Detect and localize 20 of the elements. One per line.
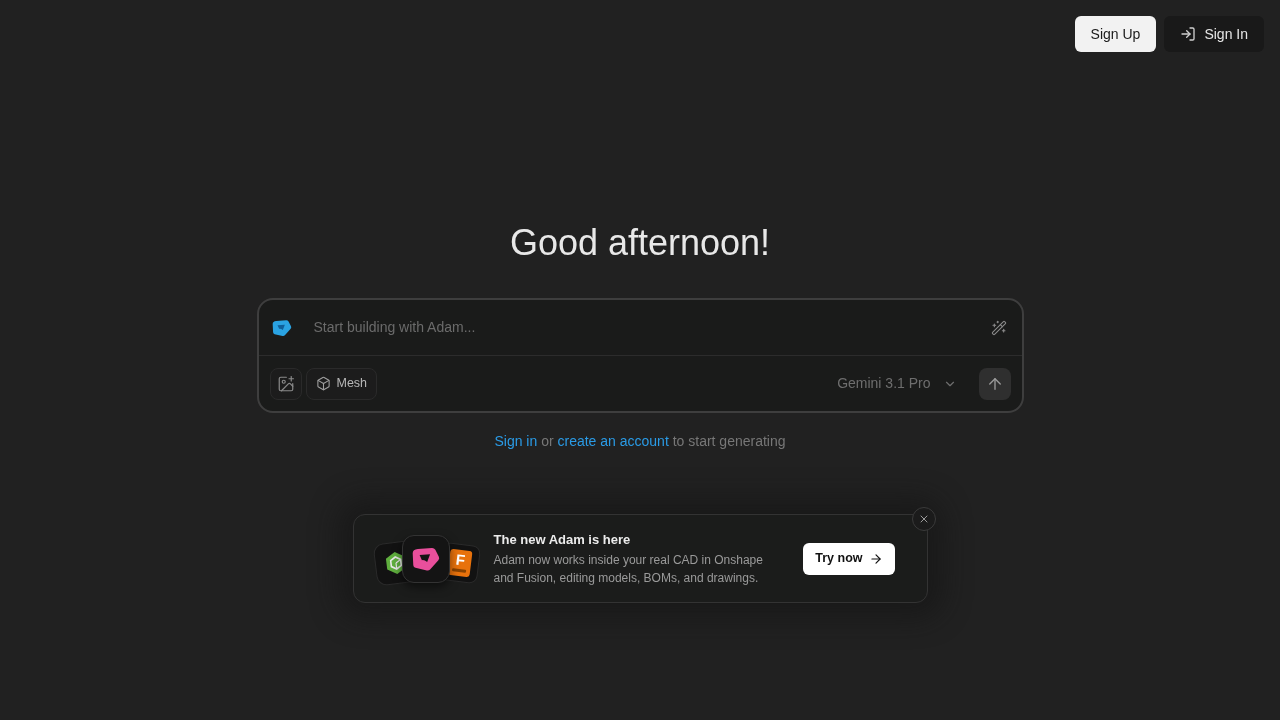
image-plus-icon (276, 374, 295, 393)
magic-wand-icon[interactable] (990, 319, 1007, 336)
arrow-right-icon (868, 551, 883, 566)
sign-in-icon (1180, 26, 1197, 42)
promo-title: The new Adam is here (493, 530, 632, 549)
send-button[interactable] (978, 367, 1011, 400)
sign-in-button[interactable]: Sign In (1164, 16, 1264, 52)
sign-in-prompt: Sign in or create an account to start generating (494, 432, 786, 451)
logo-icon (271, 318, 292, 337)
sign-up-button[interactable]: Sign Up (1074, 16, 1157, 52)
auth-link[interactable]: Sign in (494, 433, 538, 449)
logo-icon (411, 545, 440, 572)
auth-link[interactable]: create an account (557, 433, 669, 449)
mesh-toggle[interactable]: Mesh (305, 367, 378, 400)
prompt-input[interactable]: Start building with Adam... (313, 317, 991, 338)
add-image-button[interactable] (269, 367, 302, 400)
cube-icon (315, 376, 331, 391)
try-now-button[interactable]: Try now (803, 542, 895, 575)
promo-description: Adam now works inside your real CAD in Onshape and Fusion, editing models, BOMs, and drawings. (493, 551, 764, 587)
greeting-heading: Good afternoon! (509, 223, 771, 263)
